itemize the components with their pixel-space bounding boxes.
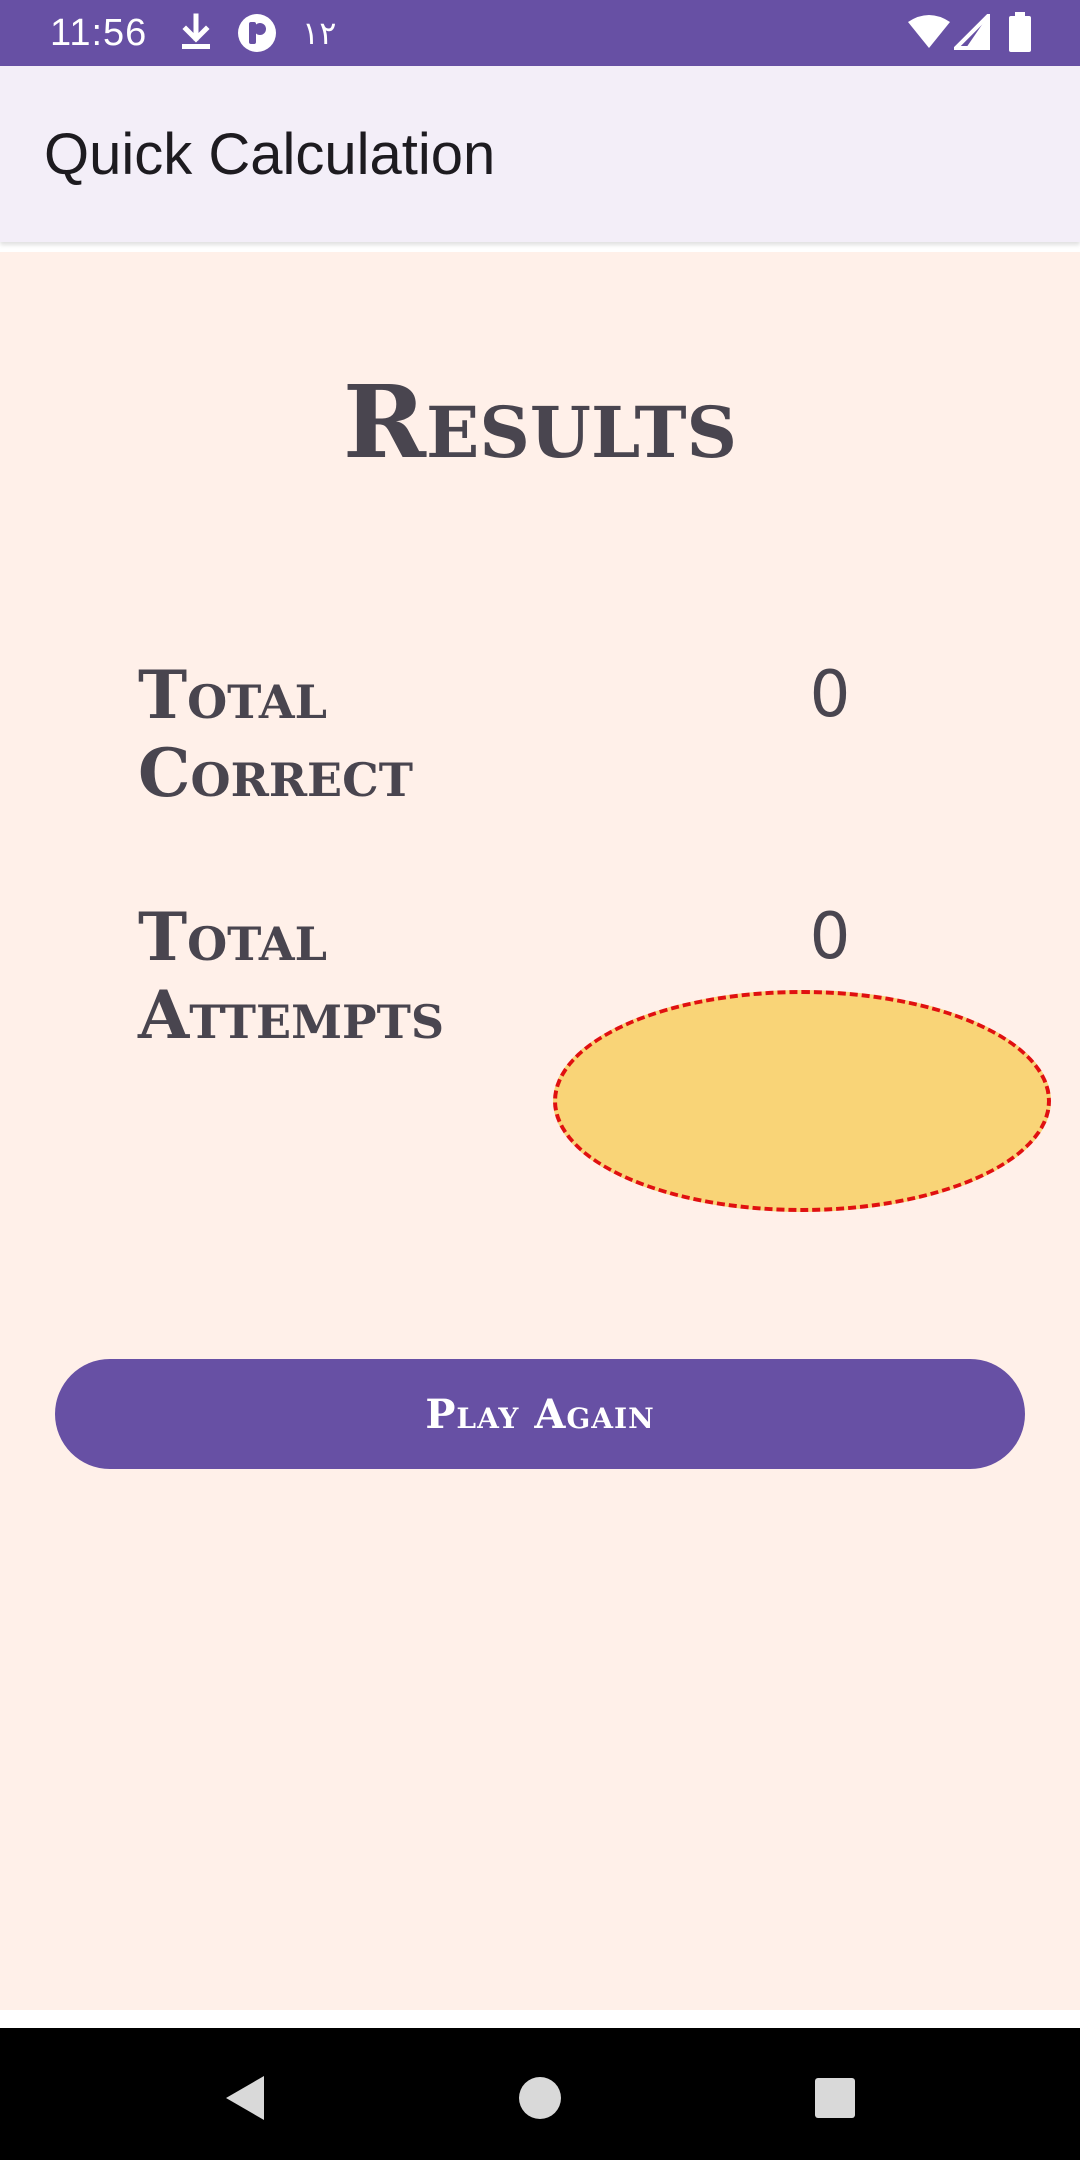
navigation-bar <box>0 2028 1080 2160</box>
total-correct-value: 0 <box>809 658 851 732</box>
recents-button[interactable] <box>795 2058 875 2138</box>
download-icon <box>182 13 210 49</box>
results-heading: Results <box>342 363 738 481</box>
home-icon <box>519 2077 561 2119</box>
home-button[interactable] <box>500 2058 580 2138</box>
total-correct-label: Total Correct <box>138 656 413 812</box>
battery-icon <box>1009 12 1031 52</box>
total-attempts-value: 0 <box>809 900 851 974</box>
content-bottom-strip <box>0 2010 1080 2028</box>
play-again-button[interactable]: Play Again <box>55 1359 1025 1469</box>
back-button[interactable] <box>204 2058 284 2138</box>
app-title: Quick Calculation <box>44 122 496 187</box>
total-attempts-label: Total Attempts <box>138 898 445 1054</box>
back-icon <box>226 2076 264 2120</box>
app-bar: Quick Calculation <box>0 66 1080 242</box>
highlight-oval <box>553 990 1051 1212</box>
app-notification-icon <box>238 14 276 52</box>
status-bar: 11:56 ١٢ <box>0 0 1080 66</box>
wifi-icon <box>908 15 950 48</box>
status-extra-text: ١٢ <box>302 14 337 52</box>
recents-icon <box>815 2078 855 2118</box>
signal-icon <box>954 14 990 50</box>
results-screen: Results Total Correct 0 Total Attempts 0… <box>0 252 1080 2010</box>
status-time: 11:56 <box>50 12 148 54</box>
